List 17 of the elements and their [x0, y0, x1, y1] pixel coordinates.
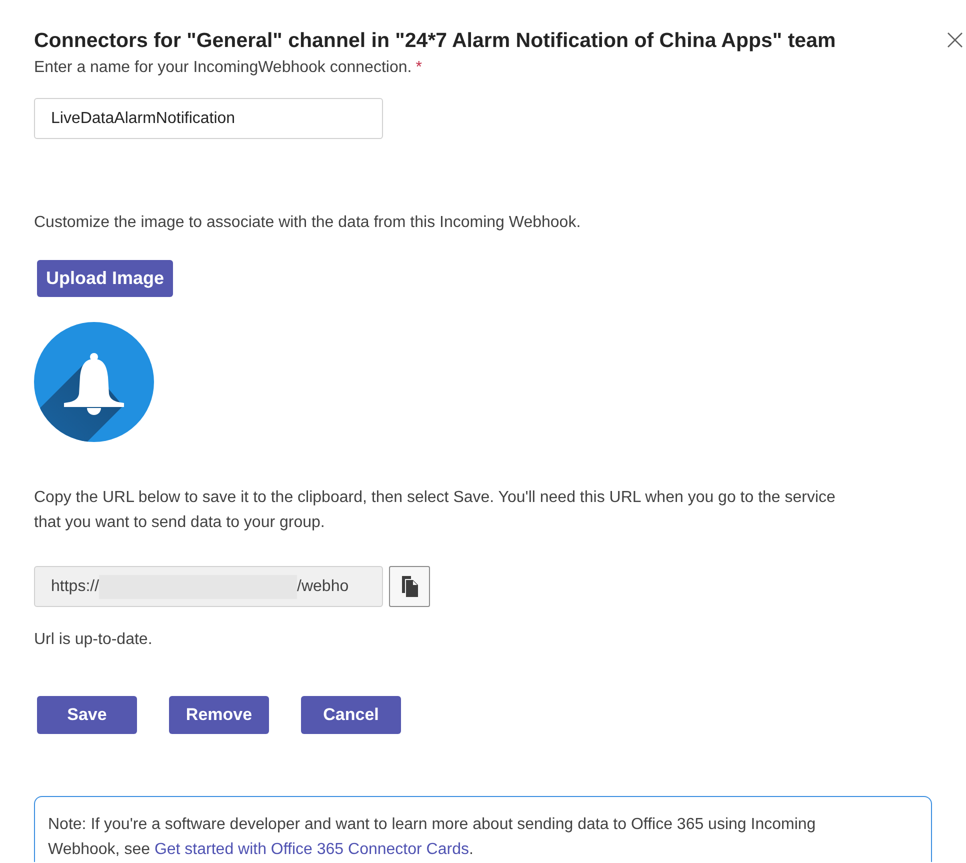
cancel-button[interactable]: Cancel: [301, 696, 401, 734]
name-input-field[interactable]: LiveDataAlarmNotification: [34, 98, 383, 139]
copy-button[interactable]: [389, 566, 430, 607]
url-field[interactable]: https:// /webho: [34, 566, 383, 607]
close-icon[interactable]: [947, 32, 963, 48]
upload-image-button[interactable]: Upload Image: [37, 260, 173, 297]
connector-cards-link[interactable]: Get started with Office 365 Connector Cards: [154, 841, 469, 858]
name-field-label: Enter a name for your IncomingWebhook connection. *: [34, 58, 422, 78]
bell-icon: [34, 322, 154, 442]
dialog-title: Connectors for "General" channel in "24*7 Alarm Notification of China Apps" team: [34, 28, 836, 54]
save-button[interactable]: Save: [37, 696, 137, 734]
note-text: Note: If you're a software developer and want to learn more about sending data to Office 365 using Incoming Webhook, see Get started with Office 365 Connector Cards.: [48, 815, 817, 860]
image-description: Customize the image to associate with the data from this Incoming Webhook.: [34, 213, 581, 233]
url-status-text: Url is up-to-date.: [34, 630, 152, 650]
url-instructions: Copy the URL below to save it to the clipboard, then select Save. You'll need this URL when you go to the service that you want to send data to your group.: [34, 488, 836, 533]
copy-icon: [402, 576, 418, 597]
remove-button[interactable]: Remove: [169, 696, 269, 734]
